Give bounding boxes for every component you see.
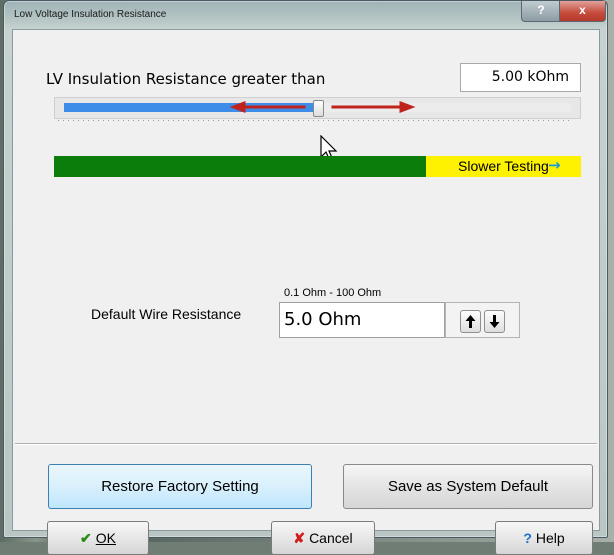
dialog-window: Low Voltage Insulation Resistance ? x LV… <box>3 0 608 555</box>
wire-resistance-input[interactable]: 5.0 Ohm <box>279 302 445 338</box>
insulation-label: LV Insulation Resistance greater than <box>46 70 326 88</box>
check-icon: ✔ <box>80 530 92 546</box>
cancel-button[interactable]: ✘ Cancel <box>271 521 375 555</box>
ok-button[interactable]: ✔ OK <box>47 521 149 555</box>
testing-speed-bar: Slower Testing → <box>54 156 581 177</box>
speed-bar-green <box>54 156 426 177</box>
wire-resistance-stepper <box>445 302 520 338</box>
save-system-default-button[interactable]: Save as System Default <box>343 464 593 509</box>
right-arrow-icon <box>331 101 416 113</box>
wire-resistance-label: Default Wire Resistance <box>91 306 242 322</box>
help-button[interactable]: ? Help <box>495 521 593 555</box>
insulation-slider[interactable] <box>54 97 581 127</box>
help-title-button[interactable]: ? <box>521 1 561 22</box>
up-arrow-icon <box>465 315 476 328</box>
question-icon: ? <box>523 530 532 546</box>
right-arrow-icon: → <box>548 156 561 174</box>
cancel-label: Cancel <box>309 530 353 546</box>
dialog-client-area: LV Insulation Resistance greater than 5.… <box>12 29 600 555</box>
x-icon: ✘ <box>293 530 306 546</box>
separator-line <box>15 443 597 445</box>
increase-arrow-button[interactable] <box>460 310 481 333</box>
down-arrow-icon <box>489 315 500 328</box>
insulation-value-field[interactable]: 5.00 kOhm <box>460 63 581 92</box>
help-label: Help <box>535 530 565 546</box>
slider-ticks <box>58 120 573 122</box>
restore-factory-setting-button[interactable]: Restore Factory Setting <box>48 464 312 509</box>
close-title-button[interactable]: x <box>559 1 606 22</box>
left-arrow-icon <box>229 101 306 113</box>
window-title: Low Voltage Insulation Resistance <box>14 9 167 20</box>
red-double-arrow-icon <box>229 101 416 113</box>
decrease-arrow-button[interactable] <box>484 310 505 333</box>
ok-label: OK <box>95 530 116 546</box>
slower-testing-label: Slower Testing <box>458 158 549 174</box>
wire-resistance-range: 0.1 Ohm - 100 Ohm <box>284 287 382 299</box>
title-bar[interactable]: Low Voltage Insulation Resistance ? x <box>4 1 607 29</box>
